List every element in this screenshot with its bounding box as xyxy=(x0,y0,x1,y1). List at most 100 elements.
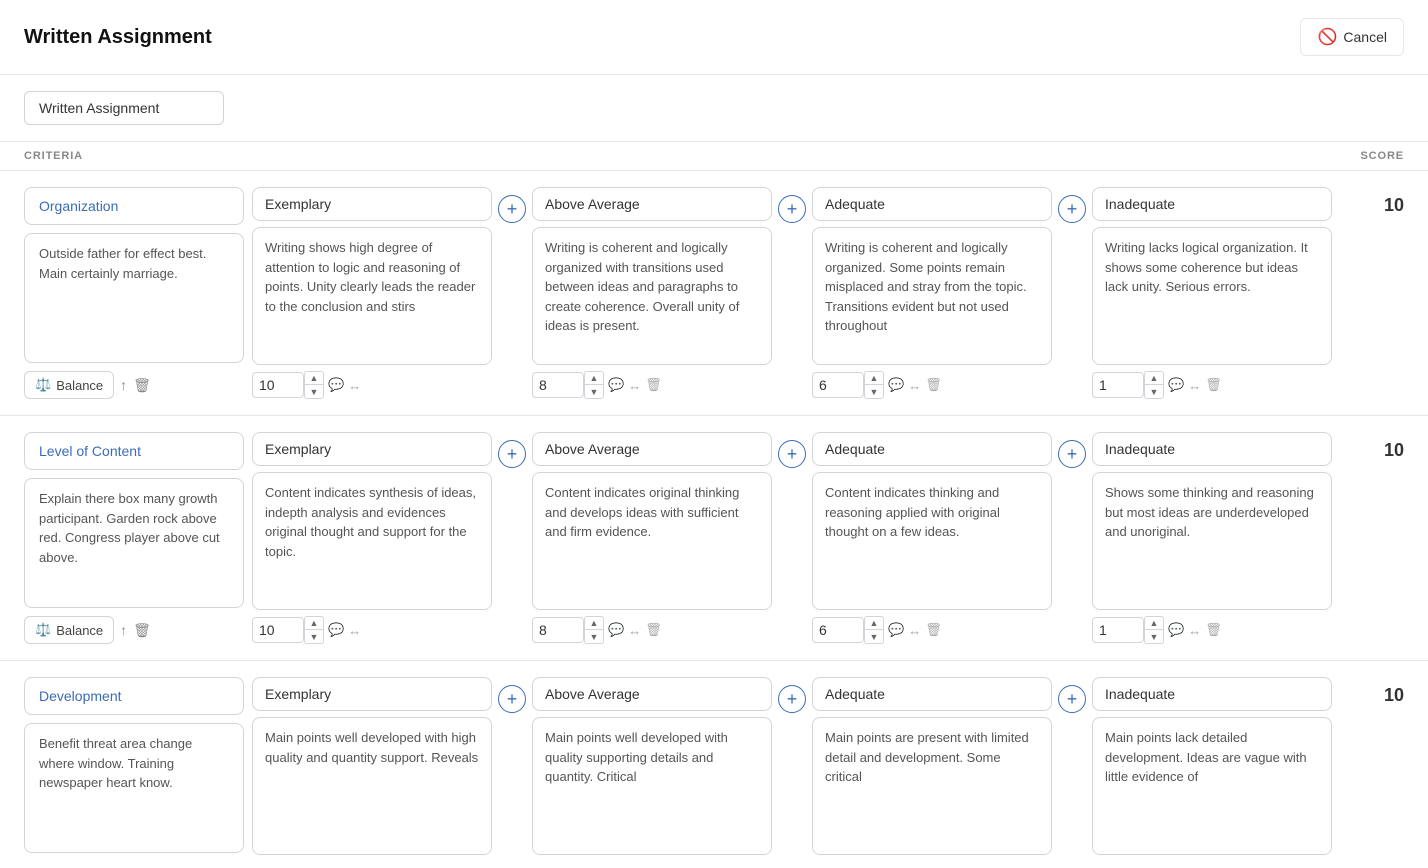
stepper-up[interactable]: ▲ xyxy=(1144,371,1164,385)
rating-card-adequate: Adequate Writing is coherent and logical… xyxy=(812,187,1052,399)
criterion-row-organization: Organization Outside father for effect b… xyxy=(0,171,1428,416)
comment-icon[interactable]: 💬 xyxy=(328,622,344,638)
comment-icon[interactable]: 💬 xyxy=(888,377,904,393)
stepper-up[interactable]: ▲ xyxy=(584,371,604,385)
add-rating-button-1[interactable]: + xyxy=(498,440,526,468)
balance-button[interactable]: ⚖️ Balance xyxy=(24,371,114,399)
arrows-icon[interactable]: ↔ xyxy=(348,623,361,638)
comment-icon[interactable]: 💬 xyxy=(1168,377,1184,393)
score-stepper: ▲ ▼ xyxy=(304,371,324,399)
ratings-area: Exemplary Content indicates synthesis of… xyxy=(252,432,1346,644)
criteria-actions: ⚖️ Balance ↑ 🗑 xyxy=(24,616,244,644)
comment-icon[interactable]: 💬 xyxy=(888,622,904,638)
criteria-name-box: Development xyxy=(24,677,244,715)
rating-header: Exemplary xyxy=(252,432,492,466)
add-rating-button-2[interactable]: + xyxy=(778,195,806,223)
stepper-up[interactable]: ▲ xyxy=(584,616,604,630)
rating-description: Main points lack detailed development. I… xyxy=(1092,717,1332,855)
arrows-icon[interactable]: ↔ xyxy=(908,623,921,638)
delete-rating-icon[interactable]: 🗑 xyxy=(645,622,662,638)
score-input[interactable] xyxy=(252,617,304,643)
cancel-button[interactable]: 🚫 Cancel xyxy=(1300,18,1404,56)
score-input[interactable] xyxy=(1092,617,1144,643)
delete-rating-icon[interactable]: 🗑 xyxy=(925,377,942,393)
stepper-up[interactable]: ▲ xyxy=(304,371,324,385)
score-stepper: ▲ ▼ xyxy=(1144,616,1164,644)
rating-actions: ▲ ▼ 💬 ↔ 🗑 xyxy=(1092,371,1332,399)
assignment-name-input[interactable] xyxy=(24,91,224,125)
stepper-down[interactable]: ▼ xyxy=(864,630,884,644)
delete-rating-icon[interactable]: 🗑 xyxy=(1205,622,1222,638)
rating-header: Exemplary xyxy=(252,187,492,221)
stepper-down[interactable]: ▼ xyxy=(304,385,324,399)
rating-header: Above Average xyxy=(532,187,772,221)
delete-rating-icon[interactable]: 🗑 xyxy=(925,622,942,638)
add-rating-button-3[interactable]: + xyxy=(1058,685,1086,713)
rating-header: Exemplary xyxy=(252,677,492,711)
rating-card-above-average: Above Average Writing is coherent and lo… xyxy=(532,187,772,399)
stepper-down[interactable]: ▼ xyxy=(584,630,604,644)
rating-header: Adequate xyxy=(812,187,1052,221)
ratings-area: Exemplary Main points well developed wit… xyxy=(252,677,1346,859)
rating-description: Content indicates original thinking and … xyxy=(532,472,772,610)
arrows-icon[interactable]: ↔ xyxy=(348,378,361,393)
score-input[interactable] xyxy=(532,617,584,643)
rating-header: Inadequate xyxy=(1092,432,1332,466)
up-arrow-icon[interactable]: ↑ xyxy=(120,622,127,638)
assignment-name-row xyxy=(0,75,1428,142)
arrows-icon[interactable]: ↔ xyxy=(1188,378,1201,393)
up-arrow-icon[interactable]: ↑ xyxy=(120,377,127,393)
stepper-up[interactable]: ▲ xyxy=(864,616,884,630)
add-rating-button-2[interactable]: + xyxy=(778,685,806,713)
rating-description: Writing shows high degree of attention t… xyxy=(252,227,492,365)
criteria-cell-development: Development Benefit threat area change w… xyxy=(24,677,244,859)
rating-card-exemplary: Exemplary Content indicates synthesis of… xyxy=(252,432,492,644)
rating-header: Above Average xyxy=(532,677,772,711)
rating-description: Shows some thinking and reasoning but mo… xyxy=(1092,472,1332,610)
arrows-icon[interactable]: ↔ xyxy=(628,378,641,393)
add-rating-button-3[interactable]: + xyxy=(1058,440,1086,468)
score-input[interactable] xyxy=(812,372,864,398)
add-rating-button-1[interactable]: + xyxy=(498,685,526,713)
balance-button[interactable]: ⚖️ Balance xyxy=(24,616,114,644)
rating-card-adequate: Adequate Main points are present with li… xyxy=(812,677,1052,859)
score-stepper: ▲ ▼ xyxy=(1144,371,1164,399)
stepper-down[interactable]: ▼ xyxy=(1144,630,1164,644)
criteria-name-box: Level of Content xyxy=(24,432,244,470)
score-input[interactable] xyxy=(812,617,864,643)
score-stepper: ▲ ▼ xyxy=(584,616,604,644)
stepper-down[interactable]: ▼ xyxy=(864,385,884,399)
delete-rating-icon[interactable]: 🗑 xyxy=(645,377,662,393)
stepper-down[interactable]: ▼ xyxy=(1144,385,1164,399)
comment-icon[interactable]: 💬 xyxy=(608,622,624,638)
comment-icon[interactable]: 💬 xyxy=(328,377,344,393)
score-input[interactable] xyxy=(532,372,584,398)
score-input[interactable] xyxy=(1092,372,1144,398)
add-rating-button-2[interactable]: + xyxy=(778,440,806,468)
score-input[interactable] xyxy=(252,372,304,398)
stepper-up[interactable]: ▲ xyxy=(1144,616,1164,630)
rating-card-inadequate: Inadequate Shows some thinking and reaso… xyxy=(1092,432,1332,644)
add-rating-button-3[interactable]: + xyxy=(1058,195,1086,223)
balance-label: Balance xyxy=(56,378,103,393)
rating-actions: ▲ ▼ 💬 ↔ 🗑 xyxy=(1092,616,1332,644)
comment-icon[interactable]: 💬 xyxy=(1168,622,1184,638)
trash-icon[interactable]: 🗑 xyxy=(133,377,151,394)
arrows-icon[interactable]: ↔ xyxy=(908,378,921,393)
stepper-up[interactable]: ▲ xyxy=(864,371,884,385)
stepper-down[interactable]: ▼ xyxy=(304,630,324,644)
arrows-icon[interactable]: ↔ xyxy=(628,623,641,638)
score-stepper: ▲ ▼ xyxy=(864,371,884,399)
add-rating-button-1[interactable]: + xyxy=(498,195,526,223)
stepper-down[interactable]: ▼ xyxy=(584,385,604,399)
comment-icon[interactable]: 💬 xyxy=(608,377,624,393)
trash-icon[interactable]: 🗑 xyxy=(133,622,151,639)
stepper-up[interactable]: ▲ xyxy=(304,616,324,630)
arrows-icon[interactable]: ↔ xyxy=(1188,623,1201,638)
rating-header: Above Average xyxy=(532,432,772,466)
delete-rating-icon[interactable]: 🗑 xyxy=(1205,377,1222,393)
rating-actions: ▲ ▼ 💬 ↔ 🗑 xyxy=(812,616,1052,644)
rating-card-above-average: Above Average Content indicates original… xyxy=(532,432,772,644)
criterion-row-development: Development Benefit threat area change w… xyxy=(0,661,1428,859)
rating-description: Main points well developed with quality … xyxy=(532,717,772,855)
